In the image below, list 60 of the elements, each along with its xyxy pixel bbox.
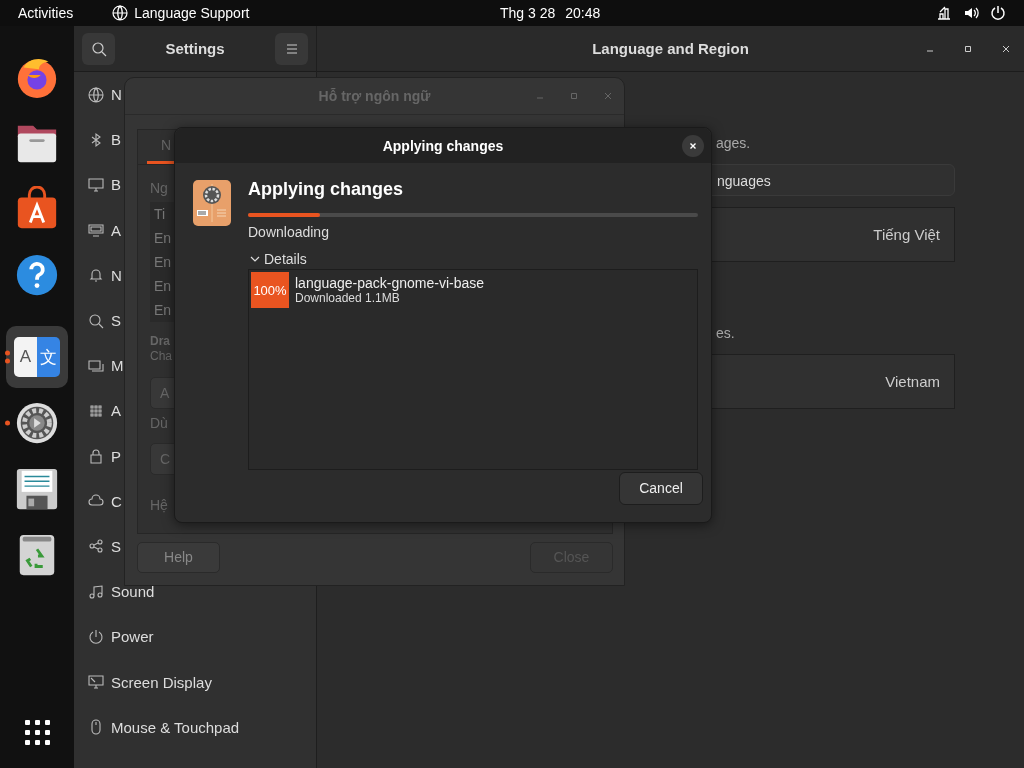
activities-button[interactable]: Activities [18,5,74,21]
search-icon [88,312,104,329]
search-icon [90,40,107,57]
sidebar-item[interactable]: B [111,131,121,149]
network-icon[interactable] [936,5,952,21]
dialog-heading: Applying changes [248,179,405,199]
globe-icon [88,86,104,103]
chevron-icon [250,254,260,264]
sidebar-item[interactable]: P [111,447,121,465]
sidebar-item[interactable]: Power [111,628,154,646]
app-menu[interactable]: Language Support [134,5,250,21]
sidebar-item[interactable]: B [111,176,121,194]
sidebar-item[interactable]: M [111,357,124,375]
search-button[interactable] [82,32,115,65]
package-name: language-pack-gnome-vi-base [295,274,485,291]
sidebar-item[interactable]: N [111,86,122,104]
description-text: es. [716,324,735,343]
page-title: Language and Region [592,40,749,57]
sidebar-item[interactable]: Sound [111,583,155,601]
monitor-icon [88,674,104,691]
sidebar-item[interactable]: A [111,402,121,420]
sidebar-item[interactable]: Mouse & Touchpad [111,718,240,736]
globe-icon [112,5,129,21]
music-note-icon [88,583,104,600]
sidebar-item[interactable]: S [111,537,121,555]
gear-icon [14,400,60,446]
volume-icon[interactable] [963,5,979,21]
mouse-icon [88,719,104,736]
sidebar-item[interactable]: Screen Display [111,673,212,691]
help-icon [14,252,60,298]
status-text: Downloading [248,223,330,242]
grid-icon [88,402,104,419]
sidebar-item[interactable]: S [111,312,121,330]
dialog-title: Applying changes [382,137,504,154]
sidebar-item[interactable]: C [111,492,122,510]
lock-icon [88,448,104,465]
details-expander[interactable]: Details [248,250,307,268]
row-value: Vietnam [885,373,940,390]
power-icon [88,628,104,645]
sidebar-title: Settings [165,40,225,57]
dock-item[interactable]: A 文 [6,326,68,388]
row-value: Tiếng Việt [873,226,940,243]
monitor-icon [88,176,104,193]
sidebar-item[interactable]: A [111,221,121,239]
close-button[interactable] [682,134,704,157]
menu-button[interactable] [275,32,308,65]
cancel-button[interactable]: Cancel [619,472,703,505]
monitor-icon [88,222,104,239]
percent-badge: 100% [251,272,289,308]
sidebar-item[interactable]: N [111,266,122,284]
download-info: Downloaded 1.1MB [295,290,400,306]
package-gear-icon [193,180,231,226]
close-icon [688,140,698,151]
share-icon [88,538,104,555]
power-icon[interactable] [990,5,1006,21]
description-text: ages. [716,134,751,153]
date-label[interactable]: Thg 3 28 [500,5,556,21]
windows-icon [88,357,104,374]
bell-icon [88,267,104,284]
time-label[interactable]: 20:48 [565,5,601,21]
